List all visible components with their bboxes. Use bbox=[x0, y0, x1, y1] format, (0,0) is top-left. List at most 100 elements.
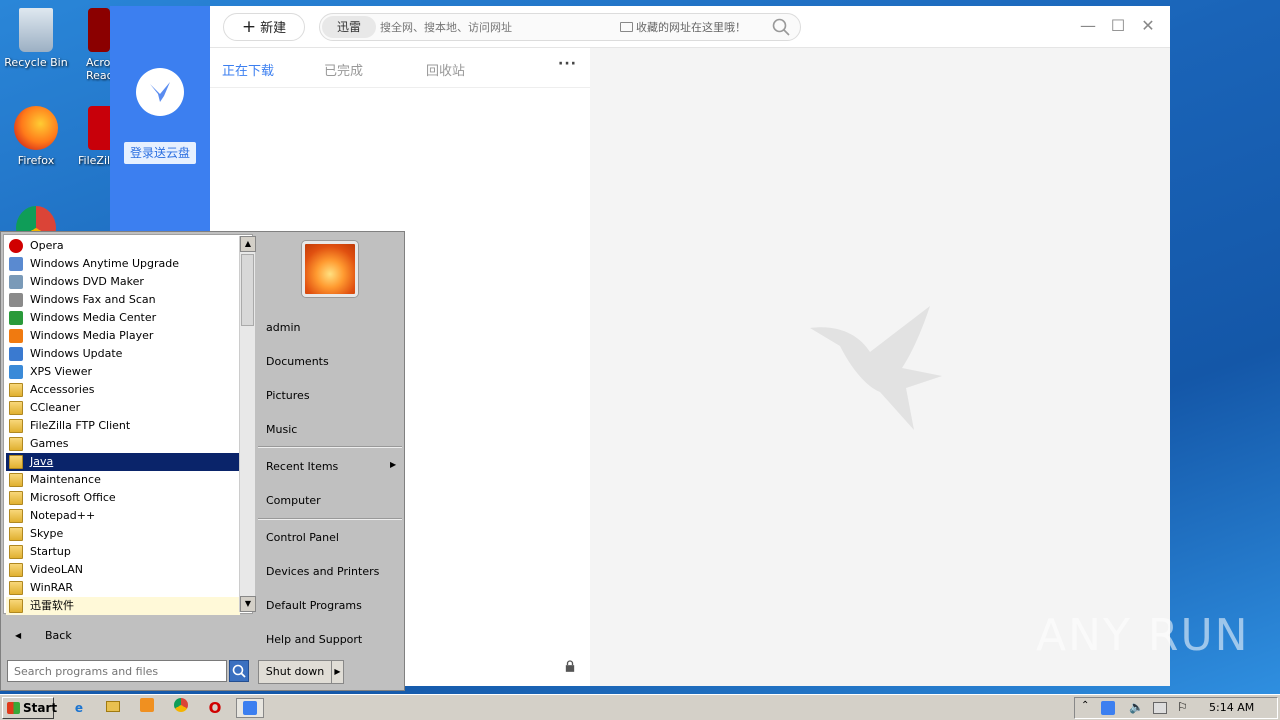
more-options-button[interactable]: ··· bbox=[558, 56, 577, 72]
show-hidden-icons-button[interactable]: ⌃ bbox=[1081, 700, 1089, 711]
program-label: Accessories bbox=[30, 383, 95, 396]
program-label: Opera bbox=[30, 239, 64, 252]
bookmark-folder-icon bbox=[620, 22, 633, 32]
program-item[interactable]: VideoLAN bbox=[6, 561, 240, 579]
scroll-down-arrow-icon[interactable]: ▼ bbox=[240, 596, 256, 612]
fax-scan-icon bbox=[9, 293, 23, 307]
plus-icon: + bbox=[241, 17, 257, 37]
shutdown-button[interactable]: Shut down bbox=[258, 660, 332, 684]
program-item[interactable]: Startup bbox=[6, 543, 240, 561]
search-source-selector[interactable]: 迅雷 bbox=[322, 16, 376, 38]
program-item[interactable]: XPS Viewer bbox=[6, 363, 240, 381]
xunlei-search-bar: 迅雷 收藏的网址在这里哦！ bbox=[319, 13, 801, 41]
desktop-icon-label: Recycle Bin bbox=[4, 56, 68, 69]
desktop-icon-recycle-bin[interactable]: Recycle Bin bbox=[0, 8, 72, 69]
all-programs-list: Opera Windows Anytime Upgrade Windows DVD … bbox=[3, 234, 256, 615]
program-item[interactable]: Windows Fax and Scan bbox=[6, 291, 240, 309]
shutdown-options-button[interactable]: ▶ bbox=[332, 660, 344, 684]
program-item[interactable]: 迅雷软件 bbox=[6, 597, 240, 615]
program-item[interactable]: Windows DVD Maker bbox=[6, 273, 240, 291]
program-item[interactable]: Windows Media Center bbox=[6, 309, 240, 327]
folder-icon bbox=[9, 401, 23, 415]
desktop-icon-firefox[interactable]: Firefox bbox=[0, 106, 72, 167]
start-menu: Opera Windows Anytime Upgrade Windows DVD … bbox=[0, 231, 405, 691]
start-item-documents[interactable]: Documents bbox=[266, 355, 329, 368]
program-item[interactable]: Notepad++ bbox=[6, 507, 240, 525]
program-label: Games bbox=[30, 437, 69, 450]
start-search-input[interactable] bbox=[7, 660, 227, 682]
internet-explorer-icon[interactable]: e bbox=[68, 698, 90, 718]
start-button[interactable]: Start bbox=[2, 697, 57, 719]
lock-icon[interactable] bbox=[565, 660, 575, 672]
desktop-icon-filezilla[interactable]: FileZilla bbox=[66, 106, 110, 167]
minimize-button[interactable]: — bbox=[1078, 16, 1098, 36]
login-cloud-button[interactable]: 登录送云盘 bbox=[124, 142, 196, 164]
program-list-scrollbar[interactable]: ▲ ▼ bbox=[239, 236, 256, 612]
folder-icon bbox=[9, 527, 23, 541]
media-player-icon[interactable] bbox=[136, 698, 158, 718]
xunlei-tray-icon[interactable] bbox=[1101, 701, 1115, 715]
program-label: Microsoft Office bbox=[30, 491, 116, 504]
program-item[interactable]: Skype bbox=[6, 525, 240, 543]
folder-icon bbox=[9, 473, 23, 487]
start-item-devices-printers[interactable]: Devices and Printers bbox=[266, 565, 379, 578]
start-item-help-support[interactable]: Help and Support bbox=[266, 633, 362, 646]
program-item[interactable]: Windows Anytime Upgrade bbox=[6, 255, 240, 273]
system-tray: ⌃ 🔈 ⚐ 5:14 AM bbox=[1074, 697, 1278, 719]
scroll-up-arrow-icon[interactable]: ▲ bbox=[240, 236, 256, 252]
new-task-button[interactable]: + 新建 bbox=[223, 13, 305, 41]
xunlei-logo[interactable] bbox=[136, 68, 184, 116]
tab-downloading[interactable]: 正在下载 bbox=[222, 60, 274, 79]
xunlei-taskbar-button[interactable] bbox=[236, 698, 264, 718]
action-center-flag-icon[interactable]: ⚐ bbox=[1177, 700, 1188, 714]
program-item[interactable]: Accessories bbox=[6, 381, 240, 399]
favorites-hint-text: 收藏的网址在这里哦！ bbox=[636, 21, 746, 34]
clock[interactable]: 5:14 AM bbox=[1209, 701, 1254, 714]
program-label: Windows Update bbox=[30, 347, 123, 360]
start-item-default-programs[interactable]: Default Programs bbox=[266, 599, 362, 612]
tab-completed[interactable]: 已完成 bbox=[324, 60, 363, 79]
start-item-computer[interactable]: Computer bbox=[266, 494, 321, 507]
program-item[interactable]: Games bbox=[6, 435, 240, 453]
explorer-folder-icon[interactable] bbox=[102, 698, 124, 718]
favorites-hint[interactable]: 收藏的网址在这里哦！ bbox=[620, 19, 746, 35]
program-label: CCleaner bbox=[30, 401, 81, 414]
desktop-icon-label: Firefox bbox=[17, 154, 55, 167]
scrollbar-thumb[interactable] bbox=[241, 254, 254, 326]
volume-icon[interactable]: 🔈 bbox=[1129, 700, 1144, 714]
program-label: XPS Viewer bbox=[30, 365, 93, 378]
program-item[interactable]: WinRAR bbox=[6, 579, 240, 597]
program-item[interactable]: FileZilla FTP Client bbox=[6, 417, 240, 435]
program-item[interactable]: Windows Update bbox=[6, 345, 240, 363]
desktop-icon-acrobat[interactable]: Acro Read bbox=[66, 8, 110, 82]
firefox-icon bbox=[14, 106, 58, 150]
folder-icon bbox=[9, 581, 23, 595]
back-button[interactable]: ◀ Back bbox=[3, 624, 253, 648]
program-item[interactable]: Microsoft Office bbox=[6, 489, 240, 507]
chrome-icon[interactable] bbox=[170, 698, 192, 718]
opera-icon[interactable]: O bbox=[204, 698, 226, 718]
network-icon[interactable] bbox=[1153, 702, 1167, 714]
user-avatar[interactable] bbox=[302, 241, 358, 297]
start-item-recent-items[interactable]: Recent Items bbox=[266, 460, 338, 473]
program-item[interactable]: CCleaner bbox=[6, 399, 240, 417]
folder-icon bbox=[9, 599, 23, 613]
start-search-button[interactable] bbox=[229, 660, 249, 682]
program-item[interactable]: Windows Media Player bbox=[6, 327, 240, 345]
tab-recycle-bin[interactable]: 回收站 bbox=[426, 60, 465, 79]
start-item-control-panel[interactable]: Control Panel bbox=[266, 531, 339, 544]
program-label: VideoLAN bbox=[30, 563, 83, 576]
program-item[interactable]: Maintenance bbox=[6, 471, 240, 489]
maximize-button[interactable]: ☐ bbox=[1108, 16, 1128, 36]
close-button[interactable]: ✕ bbox=[1138, 16, 1158, 36]
filezilla-icon bbox=[88, 106, 110, 150]
program-label: Windows Fax and Scan bbox=[30, 293, 156, 306]
start-item-pictures[interactable]: Pictures bbox=[266, 389, 310, 402]
start-item-admin[interactable]: admin bbox=[266, 321, 300, 334]
recycle-bin-icon bbox=[19, 8, 53, 52]
search-icon[interactable] bbox=[772, 18, 790, 36]
program-item[interactable]: Java bbox=[6, 453, 240, 471]
program-item[interactable]: Opera bbox=[6, 237, 240, 255]
start-item-music[interactable]: Music bbox=[266, 423, 297, 436]
xunlei-search-input[interactable] bbox=[380, 18, 610, 36]
